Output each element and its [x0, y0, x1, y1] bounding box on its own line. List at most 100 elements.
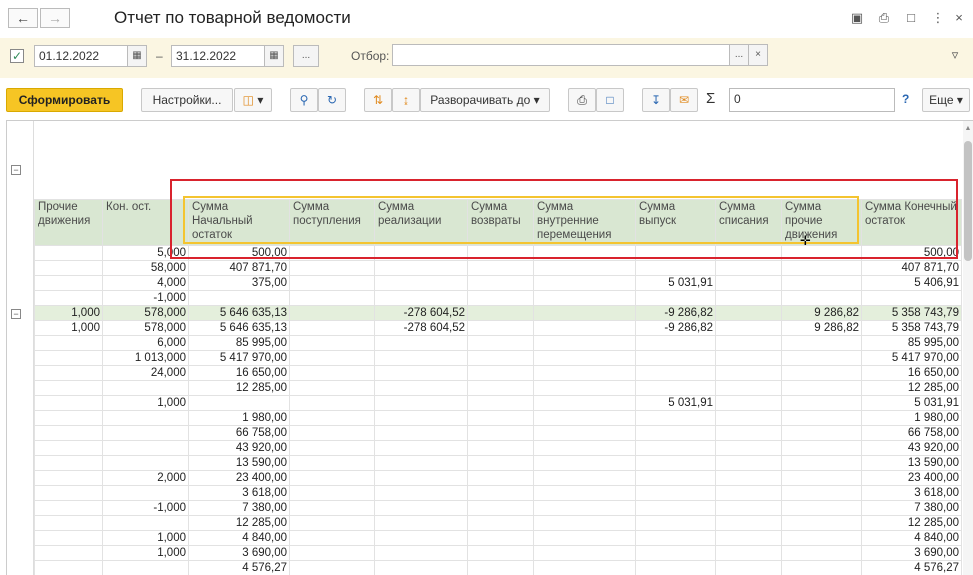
table-cell[interactable]: 9 286,82: [781, 320, 862, 336]
table-cell[interactable]: [635, 410, 716, 426]
table-cell[interactable]: [781, 530, 862, 546]
table-cell[interactable]: [289, 455, 375, 471]
table-cell[interactable]: [289, 305, 375, 321]
table-cell[interactable]: [102, 425, 189, 441]
table-cell[interactable]: [467, 455, 534, 471]
table-cell[interactable]: 7 380,00: [861, 500, 962, 516]
table-row[interactable]: 1,000 3 690,00 3 690,00: [34, 545, 962, 561]
table-row[interactable]: 5,000 500,00 500,00: [34, 245, 962, 261]
table-cell[interactable]: [289, 275, 375, 291]
table-cell[interactable]: [289, 425, 375, 441]
table-cell[interactable]: 1 980,00: [188, 410, 290, 426]
table-cell[interactable]: [467, 560, 534, 575]
table-cell[interactable]: [289, 395, 375, 411]
table-cell[interactable]: 6,000: [102, 335, 189, 351]
table-cell[interactable]: 5 358 743,79: [861, 320, 962, 336]
table-cell[interactable]: [289, 515, 375, 531]
table-cell[interactable]: [34, 380, 103, 396]
table-cell[interactable]: 66 758,00: [188, 425, 290, 441]
table-cell[interactable]: 7 380,00: [188, 500, 290, 516]
table-cell[interactable]: [34, 350, 103, 366]
table-cell[interactable]: [533, 245, 636, 261]
table-cell[interactable]: [34, 455, 103, 471]
group-toggle-row[interactable]: −: [11, 309, 21, 319]
vertical-scrollbar[interactable]: ▲: [963, 121, 973, 575]
table-cell[interactable]: [374, 275, 468, 291]
table-cell[interactable]: [289, 440, 375, 456]
table-cell[interactable]: [102, 380, 189, 396]
table-cell[interactable]: [715, 470, 782, 486]
table-cell[interactable]: 3 618,00: [188, 485, 290, 501]
table-row[interactable]: 4,000 375,00 5 031,91 5 406,91: [34, 275, 962, 291]
table-cell[interactable]: [374, 335, 468, 351]
table-cell[interactable]: [467, 500, 534, 516]
table-row[interactable]: 43 920,00 43 920,00: [34, 440, 962, 456]
table-cell[interactable]: 375,00: [188, 275, 290, 291]
group-toggle-header[interactable]: −: [11, 165, 21, 175]
table-cell[interactable]: [289, 245, 375, 261]
table-cell[interactable]: [715, 500, 782, 516]
table-cell[interactable]: 5 417 970,00: [188, 350, 290, 366]
table-cell[interactable]: [781, 350, 862, 366]
table-cell[interactable]: [635, 290, 716, 306]
table-row[interactable]: 13 590,00 13 590,00: [34, 455, 962, 471]
table-cell[interactable]: 5 646 635,13: [188, 320, 290, 336]
table-cell[interactable]: [715, 395, 782, 411]
table-cell[interactable]: 578,000: [102, 305, 189, 321]
table-row[interactable]: 1,000 5 031,91 5 031,91: [34, 395, 962, 411]
table-row[interactable]: 1 980,00 1 980,00: [34, 410, 962, 426]
table-cell[interactable]: [102, 440, 189, 456]
calendar-to-button[interactable]: ▦: [264, 45, 284, 67]
table-cell[interactable]: [289, 485, 375, 501]
table-cell[interactable]: [34, 515, 103, 531]
table-cell[interactable]: [715, 455, 782, 471]
table-cell[interactable]: [34, 395, 103, 411]
table-cell[interactable]: [635, 350, 716, 366]
table-cell[interactable]: [715, 545, 782, 561]
table-cell[interactable]: 24,000: [102, 365, 189, 381]
table-cell[interactable]: [467, 320, 534, 336]
table-row[interactable]: 58,000 407 871,70 407 871,70: [34, 260, 962, 276]
more-vertical-icon[interactable]: ⋮: [929, 9, 947, 27]
table-cell[interactable]: 12 285,00: [861, 380, 962, 396]
generate-button[interactable]: Сформировать: [6, 88, 123, 112]
table-cell[interactable]: [34, 560, 103, 575]
table-cell[interactable]: [715, 365, 782, 381]
table-cell[interactable]: -9 286,82: [635, 305, 716, 321]
table-row[interactable]: 66 758,00 66 758,00: [34, 425, 962, 441]
table-cell[interactable]: [781, 455, 862, 471]
table-cell[interactable]: [34, 260, 103, 276]
table-row[interactable]: 3 618,00 3 618,00: [34, 485, 962, 501]
table-cell[interactable]: [533, 335, 636, 351]
table-cell[interactable]: [781, 335, 862, 351]
table-cell[interactable]: [635, 545, 716, 561]
close-icon[interactable]: ×: [950, 9, 968, 27]
table-cell[interactable]: [715, 485, 782, 501]
table-cell[interactable]: 16 650,00: [861, 365, 962, 381]
table-cell[interactable]: [635, 530, 716, 546]
table-cell[interactable]: [715, 380, 782, 396]
table-cell[interactable]: [781, 515, 862, 531]
table-cell[interactable]: [635, 560, 716, 575]
table-cell[interactable]: [467, 485, 534, 501]
table-cell[interactable]: [533, 425, 636, 441]
table-cell[interactable]: [34, 410, 103, 426]
table-cell[interactable]: [374, 410, 468, 426]
table-cell[interactable]: [533, 500, 636, 516]
table-cell[interactable]: [715, 335, 782, 351]
table-cell[interactable]: [374, 395, 468, 411]
otbor-clear-button[interactable]: ×: [748, 44, 768, 66]
table-cell[interactable]: 23 400,00: [188, 470, 290, 486]
table-cell[interactable]: 13 590,00: [188, 455, 290, 471]
table-cell[interactable]: 5 358 743,79: [861, 305, 962, 321]
table-cell[interactable]: [289, 545, 375, 561]
table-cell[interactable]: [715, 560, 782, 575]
table-cell[interactable]: 5 417 970,00: [861, 350, 962, 366]
table-cell[interactable]: 12 285,00: [188, 380, 290, 396]
expand-to-dropdown[interactable]: Разворачивать до ▾: [420, 88, 550, 112]
table-cell[interactable]: 3 690,00: [861, 545, 962, 561]
table-cell[interactable]: 500,00: [188, 245, 290, 261]
table-cell[interactable]: [533, 530, 636, 546]
table-cell[interactable]: [467, 275, 534, 291]
table-cell[interactable]: [34, 545, 103, 561]
